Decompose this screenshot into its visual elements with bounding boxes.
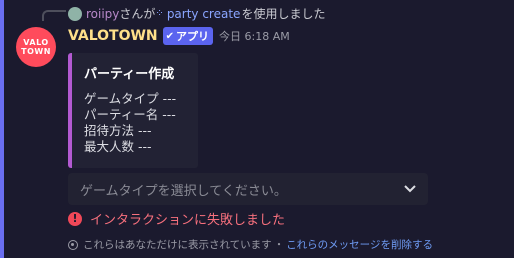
embed-field-game-type: ゲームタイプ --- [84,91,177,106]
error-icon: ! [68,211,82,226]
command-name[interactable]: party create [167,7,241,21]
slash-command-icon: ⁘ [155,8,164,19]
verified-check-icon: ✔ [165,30,175,42]
reply-connector [42,10,66,21]
message-container: roiipy さんが ⁘ party create を使用しました VALO T… [0,0,514,258]
embed-field-max-members: 最大人数 --- [84,139,152,154]
reply-text-before: さんが [119,7,156,21]
reply-text-after: を使用しました [241,7,326,21]
embed: パーティー作成 ゲームタイプ --- パーティー名 --- 招待方法 --- 最… [68,53,198,168]
avatar-text-bottom: TOWN [21,47,51,56]
embed-field-invite-method: 招待方法 --- [84,123,152,138]
ephemeral-text: これらはあなただけに表示されています [83,239,272,251]
embed-title: パーティー作成 [84,67,175,82]
avatar-text-top: VALO [23,38,49,47]
message-header: VALOTOWN ✔ アプリ 今日 6:18 AM [68,27,290,45]
app-badge: ✔ アプリ [162,27,214,45]
chevron-down-icon [404,182,416,196]
error-text: インタラクションに失敗しました [90,213,286,228]
interaction-error: ! インタラクションに失敗しました [68,209,285,228]
reply-username[interactable]: roiipy [86,7,119,21]
dismiss-messages-link[interactable]: これらのメッセージを削除する [286,237,433,252]
app-badge-label: アプリ [176,30,210,43]
bot-avatar[interactable]: VALO TOWN [16,27,56,67]
select-placeholder: ゲームタイプを選択してください。 [80,183,287,199]
ephemeral-separator: ・ [273,239,285,251]
reply-avatar[interactable] [68,6,82,21]
embed-field-party-name: パーティー名 --- [84,107,176,122]
timestamp: 今日 6:18 AM [219,30,290,43]
highlight-bar [0,0,4,258]
bot-name[interactable]: VALOTOWN [68,28,158,44]
game-type-select[interactable]: ゲームタイプを選択してください。 [68,173,428,205]
eye-icon [68,239,78,250]
reply-context[interactable]: roiipy さんが ⁘ party create を使用しました [68,5,325,22]
ephemeral-notice: これらはあなただけに表示されています ・ これらのメッセージを削除する [68,237,433,252]
